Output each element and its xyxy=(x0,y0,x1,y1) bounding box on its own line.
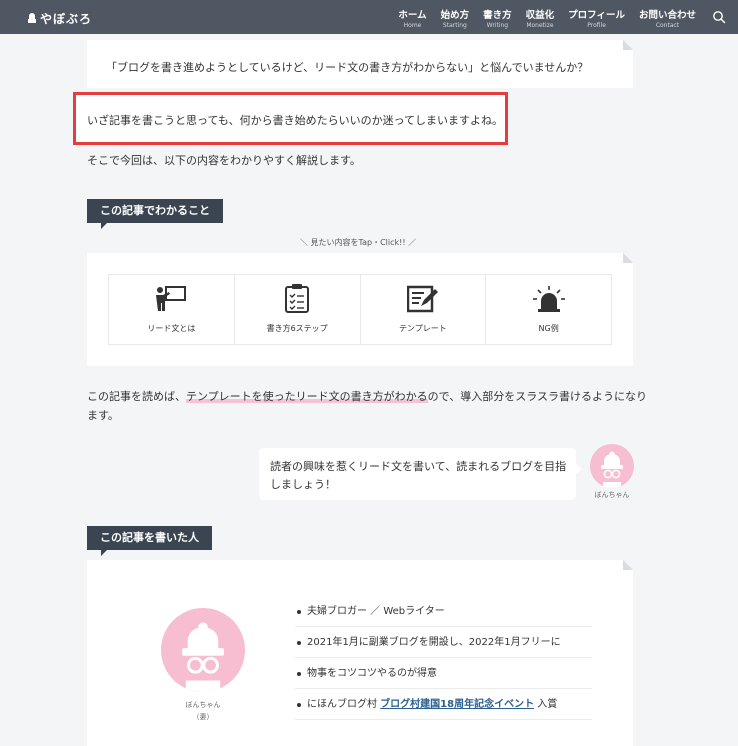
list-item: 物事をコツコツやるのが得意 xyxy=(295,658,592,689)
highlighted-sentence: いざ記事を書こうと思っても、何から書き始めたらいいのか迷ってしまいますよね。 xyxy=(87,114,504,127)
award-suffix: 入賞 xyxy=(537,699,558,710)
bell-character-icon xyxy=(601,451,623,488)
summary-line-2: ます。 xyxy=(87,409,119,422)
toc-item-label: 書き方6ステップ xyxy=(266,324,328,333)
nav-sublabel: Monetize xyxy=(526,22,554,29)
intro-quote: 「ブログを書き進めようとしているけど、リード文の書き方がわからない」と悩んでいま… xyxy=(106,61,589,74)
bell-logo-icon xyxy=(28,13,36,24)
toc-section-label: この記事でわかること xyxy=(87,199,223,229)
nav-item-monetize[interactable]: 収益化 Monetize xyxy=(526,7,555,29)
nav-item-profile[interactable]: プロフィール Profile xyxy=(568,7,625,29)
toc-item-label: リード文とは xyxy=(147,324,196,333)
speech-bubble: 読者の興味を惹くリード文を書いて、読まれるブログを目指しましょう！ xyxy=(259,448,582,500)
bell-character-icon xyxy=(182,622,224,692)
summary-after: ので、導入部分をスラスラ書けるようになり xyxy=(427,390,648,403)
site-logo-text: やぼぶろ xyxy=(40,12,93,26)
intro-line: そこで今回は、以下の内容をわかりやすく解説します。 xyxy=(87,154,361,167)
speech-text: 読者の興味を惹くリード文を書いて、読まれるブログを目指しましょう！ xyxy=(270,460,567,491)
nav-label: 書き方 xyxy=(483,10,512,21)
list-item: 2021年1月に副業ブログを開設し、2022年1月フリーに xyxy=(295,627,592,658)
edit-document-icon xyxy=(406,285,438,313)
toc-hint: ＼ 見たい内容をTap・Click!! ／ xyxy=(300,238,417,247)
site-logo[interactable]: やぼぶろ xyxy=(28,10,92,27)
author-section-label: この記事を書いた人 xyxy=(87,526,212,556)
avatar-name: ぼんちゃん xyxy=(594,491,630,499)
nav-sublabel: Writing xyxy=(486,22,509,29)
site-header: やぼぶろ ホーム Home 始め方 Starting 書き方 Writing 収益化 M… xyxy=(0,0,738,34)
nav-sublabel: Home xyxy=(403,22,422,29)
nav-label: お問い合わせ xyxy=(638,10,696,21)
author-bullets: 夫婦ブロガー ／ Webライター 2021年1月に副業ブログを開設し、2022年… xyxy=(295,596,592,720)
summary-before: この記事を読めば、 xyxy=(87,390,186,403)
toc-item-template[interactable]: テンプレート xyxy=(361,275,487,344)
warning-siren-icon xyxy=(532,286,565,312)
summary-highlight: テンプレートを使ったリード文の書き方がわかる xyxy=(186,390,428,403)
nav-sublabel: Starting xyxy=(442,22,467,29)
toc-grid: リード文とは 書き方6ステップ テンプレート NG例 xyxy=(108,274,612,345)
author-avatar xyxy=(161,608,245,692)
award-link[interactable]: ブログ村建国18周年記念イベント xyxy=(380,699,534,710)
clipboard-checklist-icon xyxy=(285,284,310,313)
avatar xyxy=(590,444,634,488)
teacher-board-icon xyxy=(156,286,187,311)
nav-sublabel: Contact xyxy=(655,22,680,29)
summary-line: この記事を読めば、テンプレートを使ったリード文の書き方がわかるので、導入部分をス… xyxy=(87,388,647,404)
nav-label: 始め方 xyxy=(440,10,470,21)
search-icon[interactable] xyxy=(712,10,726,24)
nav-label: 収益化 xyxy=(525,10,555,21)
toc-item-ng-examples[interactable]: NG例 xyxy=(486,275,611,344)
nav-item-home[interactable]: ホーム Home xyxy=(398,7,426,29)
toc-item-label: テンプレート xyxy=(398,324,447,333)
toc-item-lead-text[interactable]: リード文とは xyxy=(109,275,235,344)
author-role: （妻） xyxy=(192,713,214,721)
author-name: ぼんちゃん xyxy=(185,701,221,709)
nav-label: ホーム xyxy=(398,10,427,21)
nav-label: プロフィール xyxy=(568,10,625,21)
nav-item-writing[interactable]: 書き方 Writing xyxy=(483,7,512,29)
award-prefix: にほんブログ村 xyxy=(307,699,377,710)
nav-item-contact[interactable]: お問い合わせ Contact xyxy=(639,7,696,29)
global-nav: ホーム Home 始め方 Starting 書き方 Writing 収益化 Moneti… xyxy=(398,7,696,29)
list-item: 夫婦ブロガー ／ Webライター xyxy=(295,596,592,627)
nav-sublabel: Profile xyxy=(587,22,606,29)
toc-item-label: NG例 xyxy=(538,324,559,333)
nav-item-starting[interactable]: 始め方 Starting xyxy=(441,7,470,29)
toc-item-six-steps[interactable]: 書き方6ステップ xyxy=(235,275,361,344)
list-item: にほんブログ村 ブログ村建国18周年記念イベント 入賞 xyxy=(295,689,592,720)
